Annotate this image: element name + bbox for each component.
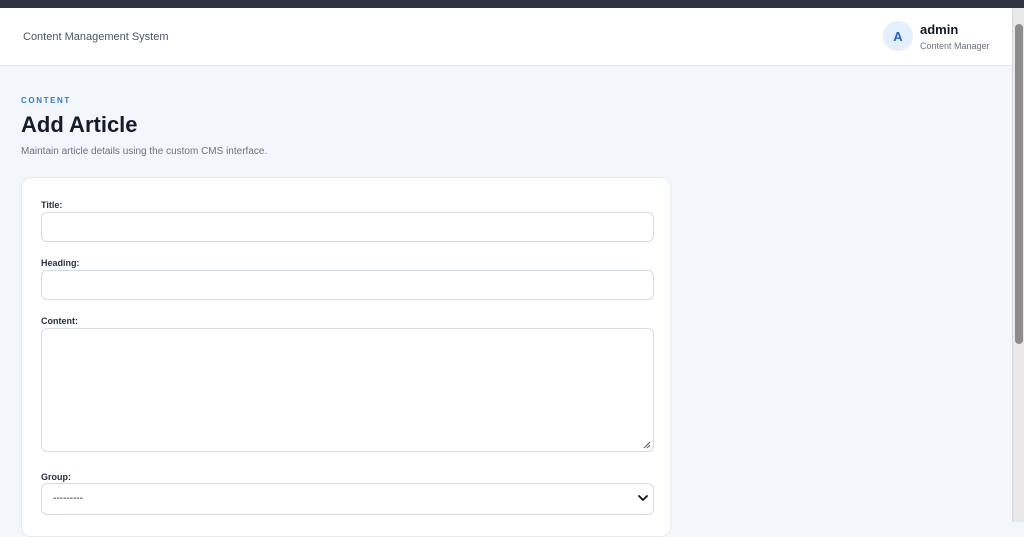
page-scrollbar[interactable] <box>1012 8 1024 522</box>
group-select[interactable]: --------- <box>41 483 654 515</box>
user-avatar[interactable]: A <box>883 21 913 51</box>
content-label: Content: <box>41 316 78 326</box>
scrollbar-thumb[interactable] <box>1015 24 1023 344</box>
group-select-value: --------- <box>53 493 83 504</box>
resize-handle-icon[interactable] <box>643 441 651 449</box>
system-title: Content Management System <box>23 31 169 43</box>
heading-label: Heading: <box>41 258 80 268</box>
user-role: Content Manager <box>920 41 990 51</box>
user-name[interactable]: admin <box>920 22 958 37</box>
chevron-down-icon <box>638 495 648 501</box>
heading-input[interactable] <box>41 270 654 300</box>
page-title: Add Article <box>21 112 138 137</box>
content-textarea[interactable] <box>41 328 654 452</box>
top-header: Content Management System A admin Conten… <box>0 8 1012 66</box>
section-eyebrow: CONTENT <box>21 96 71 105</box>
title-label: Title: <box>41 200 63 210</box>
article-form-card: Title: Heading: Content: Group: --------… <box>21 177 671 537</box>
window-top-bar <box>0 0 1024 8</box>
group-label: Group: <box>41 472 71 482</box>
page-description: Maintain article details using the custo… <box>21 146 268 157</box>
title-input[interactable] <box>41 212 654 242</box>
